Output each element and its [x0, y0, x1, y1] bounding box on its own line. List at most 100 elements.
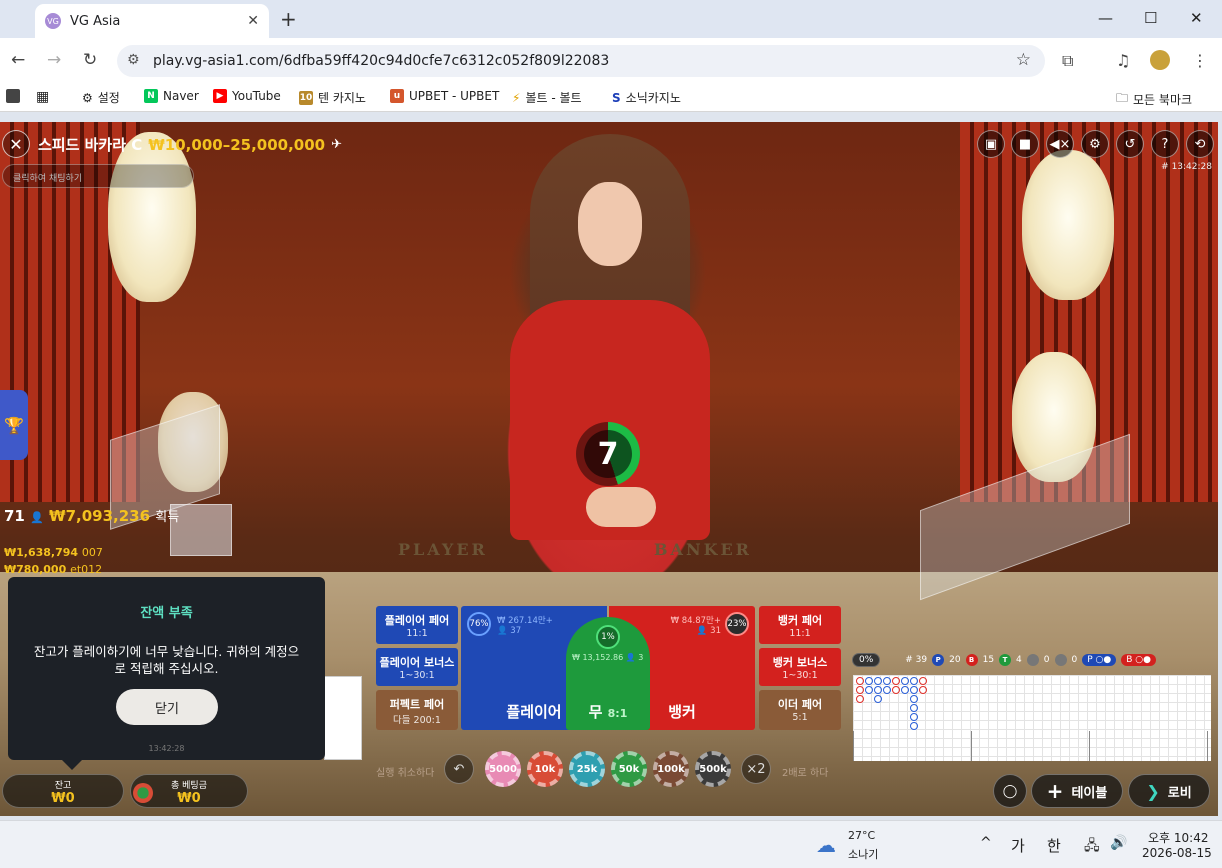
- all-bookmarks[interactable]: 🗀 모든 북마크: [1116, 89, 1192, 110]
- bookmark-sonic[interactable]: S 소닉카지노: [612, 89, 681, 106]
- player-bonus-bet[interactable]: 플레이어 보너스 1~30:1: [376, 648, 458, 686]
- player-pair-bet[interactable]: 플레이어 페어 11:1: [376, 606, 458, 644]
- chip-100k[interactable]: 100k: [653, 751, 689, 787]
- banker-dot-icon: B: [965, 654, 978, 666]
- bead-road-scoreboard[interactable]: [853, 675, 1211, 761]
- trophy-icon[interactable]: 🏆: [0, 390, 28, 460]
- media-control-icon[interactable]: ♫: [1116, 51, 1130, 70]
- tie-stats: ₩ 13,152.86 👤 3: [572, 653, 644, 662]
- chip-5000[interactable]: 5000: [485, 751, 521, 787]
- chip-50k[interactable]: 50k: [611, 751, 647, 787]
- player-ring: [910, 713, 918, 721]
- player-count: 👤 37: [497, 626, 522, 636]
- chips-icon: [133, 783, 153, 803]
- bookmark-bolt[interactable]: ⚡ 볼트 - 볼트: [512, 89, 582, 106]
- ime-mode[interactable]: 가: [1011, 835, 1025, 856]
- tie-percent: 1%: [596, 625, 620, 649]
- weather-icon: ☁: [816, 833, 836, 857]
- mini-roadmap: [324, 676, 362, 760]
- bookmark-youtube[interactable]: ▶ YouTube: [213, 89, 281, 103]
- chat-icon[interactable]: ▣: [977, 130, 1005, 158]
- double-button[interactable]: ×2: [741, 754, 771, 784]
- winner-row: ₩1,638,794 007: [4, 546, 103, 559]
- close-game-button[interactable]: ✕: [2, 130, 30, 158]
- clock-date[interactable]: 2026-08-15: [1142, 846, 1212, 860]
- chevron-up-icon[interactable]: ^: [980, 835, 992, 851]
- player-ring: [910, 695, 918, 703]
- bookmark-settings[interactable]: ⚙ 설정: [82, 89, 120, 106]
- tie-bet[interactable]: 1% ₩ 13,152.86 👤 3 무 8:1: [566, 617, 650, 730]
- volume-icon[interactable]: 🔊: [1110, 835, 1127, 851]
- lobby-button[interactable]: ❯ 로비: [1128, 774, 1210, 808]
- square-icon[interactable]: [6, 89, 20, 103]
- table-name: 스피드 바카라 C: [38, 136, 143, 154]
- banker-bonus-bet[interactable]: 뱅커 보너스 1~30:1: [759, 648, 841, 686]
- bookmark-naver[interactable]: N Naver: [144, 89, 199, 103]
- banker-predict-icon[interactable]: B ○●: [1121, 654, 1156, 666]
- bookmarks-bar: ▦ ⚙ 설정 N Naver ▶ YouTube 10 텐 카지노 u UPBET - U…: [0, 84, 1222, 112]
- player-ring: [883, 686, 891, 694]
- upbet-icon: u: [390, 89, 404, 103]
- banker-ring: [892, 686, 900, 694]
- network-icon[interactable]: 🖧: [1084, 835, 1100, 859]
- player-pair-dot-icon: [1026, 654, 1039, 666]
- maximize-button[interactable]: ☐: [1144, 9, 1157, 27]
- bookmark-ten-casino[interactable]: 10 텐 카지노: [299, 89, 366, 106]
- either-pair-bet[interactable]: 이더 페어 5:1: [759, 690, 841, 730]
- card-stack: [170, 504, 232, 556]
- site-info-icon[interactable]: ⚙: [127, 52, 140, 68]
- player-total-amount: ₩ 267.14만+: [497, 616, 553, 626]
- user-icon: 👤: [30, 511, 44, 524]
- table-limits[interactable]: ₩10,000–25,000,000: [148, 136, 325, 154]
- history-icon[interactable]: ↺: [1116, 130, 1144, 158]
- close-tab-icon[interactable]: ✕: [247, 13, 259, 29]
- weather-text: 소나기: [848, 848, 879, 861]
- chat-input[interactable]: 클릭하여 채팅하기: [2, 164, 194, 188]
- vg-favicon-icon: VG: [45, 13, 61, 29]
- menu-icon[interactable]: ⋮: [1192, 51, 1208, 70]
- settings-icon[interactable]: ⚙: [1081, 130, 1109, 158]
- back-button[interactable]: ←: [11, 50, 25, 70]
- chip-500k[interactable]: 500k: [695, 751, 731, 787]
- banker-ring: [892, 677, 900, 685]
- address-bar[interactable]: ⚙ play.vg-asia1.com/6dfba59ff420c94d0cfe…: [117, 45, 1045, 77]
- player-percent: 76%: [467, 612, 491, 636]
- undo-button[interactable]: ↶: [444, 754, 474, 784]
- minimize-button[interactable]: —: [1098, 9, 1113, 27]
- player-predict-icon[interactable]: P ○●: [1082, 654, 1117, 666]
- forward-button[interactable]: →: [47, 50, 61, 70]
- undo-label: 실행 취소하다: [376, 768, 435, 779]
- browser-tab[interactable]: VG VG Asia ✕: [35, 4, 269, 38]
- tables-button[interactable]: + 테이블: [1031, 774, 1123, 808]
- chip-25k[interactable]: 25k: [569, 751, 605, 787]
- extensions-icon[interactable]: ⧉: [1062, 51, 1073, 71]
- apps-grid-icon[interactable]: ▦: [36, 89, 49, 105]
- ten-casino-icon: 10: [299, 90, 313, 105]
- close-dialog-button[interactable]: 닫기: [116, 689, 218, 725]
- reload-button[interactable]: ↻: [83, 50, 97, 70]
- banker-percent: 23%: [725, 612, 749, 636]
- chat-bubble-button[interactable]: ◯: [993, 774, 1027, 808]
- naver-icon: N: [144, 89, 158, 103]
- profile-avatar[interactable]: [1150, 50, 1170, 70]
- pin-icon[interactable]: ✈: [331, 137, 342, 152]
- video-icon[interactable]: ■: [1011, 130, 1039, 158]
- close-window-button[interactable]: ✕: [1190, 9, 1203, 27]
- chip-10k[interactable]: 10k: [527, 751, 563, 787]
- banker-pair-count: 0: [1071, 655, 1078, 665]
- insufficient-balance-dialog: 잔액 부족 잔고가 플레이하기에 너무 낮습니다. 귀하의 계정으로 적립해 주…: [8, 577, 325, 770]
- banker-pair-bet[interactable]: 뱅커 페어 11:1: [759, 606, 841, 644]
- help-icon[interactable]: ?: [1151, 130, 1179, 158]
- clock-time[interactable]: 오후 10:42: [1148, 829, 1208, 846]
- table-player-print: PLAYER: [398, 540, 488, 559]
- player-ring: [874, 686, 882, 694]
- new-tab-button[interactable]: +: [280, 7, 297, 31]
- dialog-title: 잔액 부족: [140, 606, 193, 621]
- fullscreen-icon[interactable]: ⟲: [1186, 130, 1214, 158]
- bookmark-upbet[interactable]: u UPBET - UPBET: [390, 89, 499, 103]
- tie-label: 무 8:1: [588, 703, 628, 721]
- perfect-pair-bet[interactable]: 퍼펙트 페어 다들 200:1: [376, 690, 458, 730]
- ime-lang[interactable]: 한: [1047, 835, 1061, 856]
- mute-icon[interactable]: ◀×: [1046, 130, 1074, 158]
- bookmark-star-icon[interactable]: ☆: [1016, 50, 1031, 70]
